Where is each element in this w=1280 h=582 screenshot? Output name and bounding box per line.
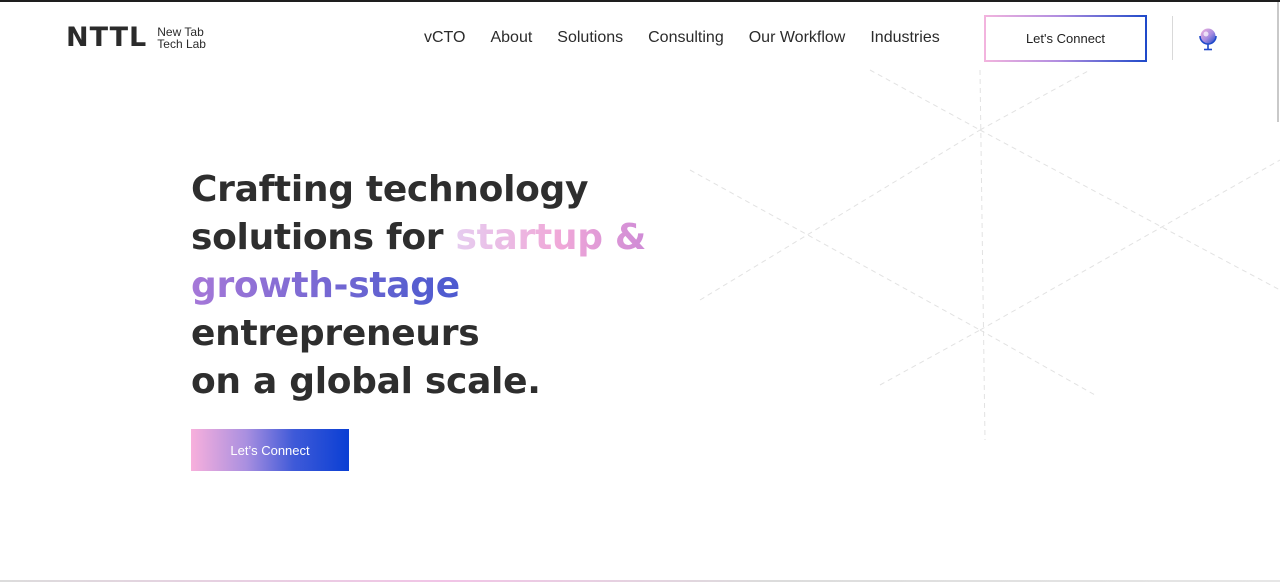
hero-line-2: solutions for startup & (191, 214, 671, 262)
nav-our-workflow[interactable]: Our Workflow (749, 28, 846, 48)
globe-pin-icon[interactable] (1197, 26, 1219, 52)
header-divider (1172, 16, 1173, 60)
logo-subtitle: New Tab Tech Lab (157, 26, 206, 50)
logo-mark: NTTL (66, 22, 148, 53)
main-navigation: vCTO About Solutions Consulting Our Work… (424, 28, 940, 48)
header-connect-button[interactable]: Let's Connect (984, 15, 1147, 62)
hero-highlight-startup: startup & (455, 217, 647, 258)
hero-highlight-growth-stage: growth-stage (191, 262, 671, 310)
logo-subtitle-line1: New Tab (157, 24, 204, 39)
hero-line-1: Crafting technology (191, 169, 589, 210)
nav-consulting[interactable]: Consulting (648, 28, 724, 48)
hero-line-5: on a global scale. (191, 361, 541, 402)
hero-line-4: entrepreneurs (191, 313, 480, 354)
background-geometry (689, 69, 1280, 441)
hero-line-2-text: solutions for (191, 217, 456, 258)
brand-logo[interactable]: NTTL New Tab Tech Lab (66, 24, 206, 51)
hero-connect-button[interactable]: Let’s Connect (191, 429, 349, 471)
hero-heading: Crafting technology solutions for startu… (191, 166, 671, 406)
nav-about[interactable]: About (490, 28, 532, 48)
header-connect-label: Let's Connect (986, 17, 1145, 60)
nav-solutions[interactable]: Solutions (557, 28, 623, 48)
nav-vcto[interactable]: vCTO (424, 28, 465, 48)
logo-subtitle-line2: Tech Lab (157, 36, 206, 51)
top-border (0, 0, 1280, 2)
landing-page: NTTL New Tab Tech Lab vCTO About Solutio… (0, 0, 1280, 582)
nav-industries[interactable]: Industries (870, 28, 939, 48)
